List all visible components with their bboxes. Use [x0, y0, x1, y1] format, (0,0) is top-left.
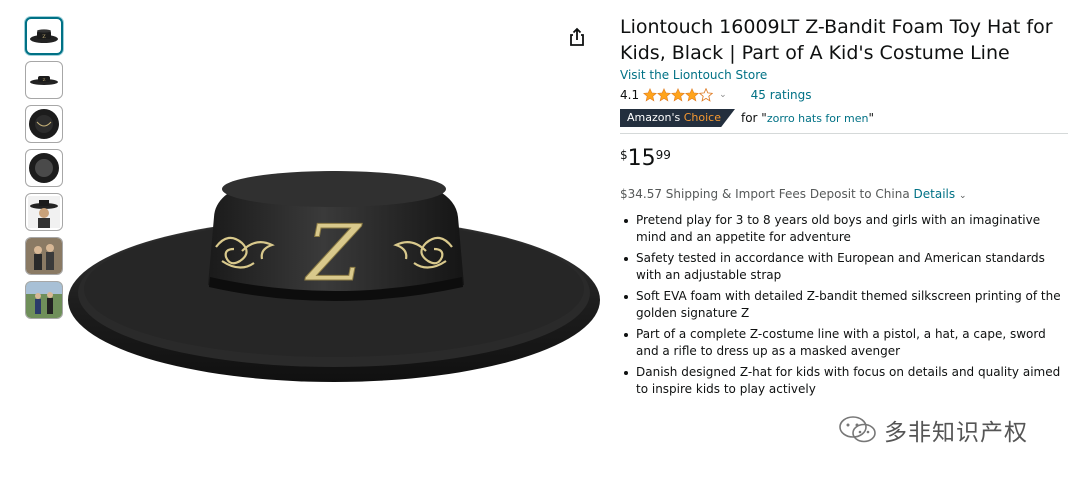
wechat-icon [839, 416, 876, 443]
thumbnail-hat-front[interactable]: Z [25, 17, 63, 55]
star-icon [685, 88, 700, 102]
feature-bullets: Pretend play for 3 to 8 years old boys a… [620, 212, 1070, 398]
star-icon [671, 88, 686, 102]
product-info: Liontouch 16009LT Z-Bandit Foam Toy Hat … [620, 14, 1070, 402]
feature-bullet: Safety tested in accordance with Europea… [620, 250, 1070, 284]
choice-close-quote: " [868, 111, 875, 125]
product-title: Liontouch 16009LT Z-Bandit Foam Toy Hat … [620, 16, 1053, 64]
watermark-text: 多非知识产权 [884, 420, 1028, 446]
shipping-details-link[interactable]: Details [914, 187, 956, 201]
price: $ 15 99 [620, 146, 1070, 172]
thumbnail-kids-in-costume[interactable] [25, 237, 63, 275]
watermark: 多非知识产权 [838, 413, 1028, 447]
rating-value: 4.1 [620, 88, 640, 102]
badge-suffix: Choice [683, 111, 721, 124]
price-symbol: $ [620, 148, 628, 162]
chevron-down-icon[interactable]: ⌄ [959, 191, 967, 201]
feature-bullet: Soft EVA foam with detailed Z-bandit the… [620, 288, 1070, 322]
shipping-text: $34.57 Shipping & Import Fees Deposit to… [620, 187, 910, 201]
feature-bullet: Pretend play for 3 to 8 years old boys a… [620, 212, 1070, 246]
svg-text:Z: Z [42, 34, 46, 40]
svg-text:Z: Z [43, 77, 46, 82]
rating-row: 4.1 ⌄ 45 ratings [620, 87, 1070, 103]
svg-text:Z: Z [304, 209, 363, 299]
thumbnail-hat-bottom[interactable] [25, 149, 63, 187]
feature-bullet: Danish designed Z-hat for kids with focu… [620, 364, 1070, 398]
choice-for-text: for "zorro hats for men" [741, 111, 874, 125]
shipping-info: $34.57 Shipping & Import Fees Deposit to… [620, 186, 1070, 204]
star-rating[interactable] [643, 88, 714, 102]
thumbnail-hat-on-mannequin[interactable] [25, 193, 63, 231]
thumbnail-hat-top[interactable] [25, 105, 63, 143]
store-link[interactable]: Visit the Liontouch Store [620, 68, 1070, 83]
share-icon[interactable] [566, 26, 588, 48]
price-whole: 15 [627, 146, 656, 171]
divider [620, 133, 1068, 134]
amazons-choice-row: Amazon's Choice for "zorro hats for men" [620, 109, 1070, 127]
price-fraction: 99 [655, 148, 671, 162]
thumbnail-hat-side[interactable]: Z [25, 61, 63, 99]
star-icon [643, 88, 658, 102]
star-empty-icon [699, 88, 714, 102]
thumbnail-strip: Z Z [25, 17, 63, 325]
thumbnail-kids-outdoors[interactable] [25, 281, 63, 319]
choice-for-label: for " [740, 111, 767, 125]
choice-keyword-link[interactable]: zorro hats for men [767, 112, 869, 125]
main-product-image[interactable]: Z [66, 165, 602, 385]
chevron-down-icon[interactable]: ⌄ [719, 87, 727, 103]
badge-prefix: Amazon's [627, 111, 681, 124]
feature-bullet: Part of a complete Z-costume line with a… [620, 326, 1070, 360]
ratings-count-link[interactable]: 45 ratings [751, 87, 812, 103]
amazons-choice-badge: Amazon's Choice [620, 109, 735, 127]
star-icon [657, 88, 672, 102]
